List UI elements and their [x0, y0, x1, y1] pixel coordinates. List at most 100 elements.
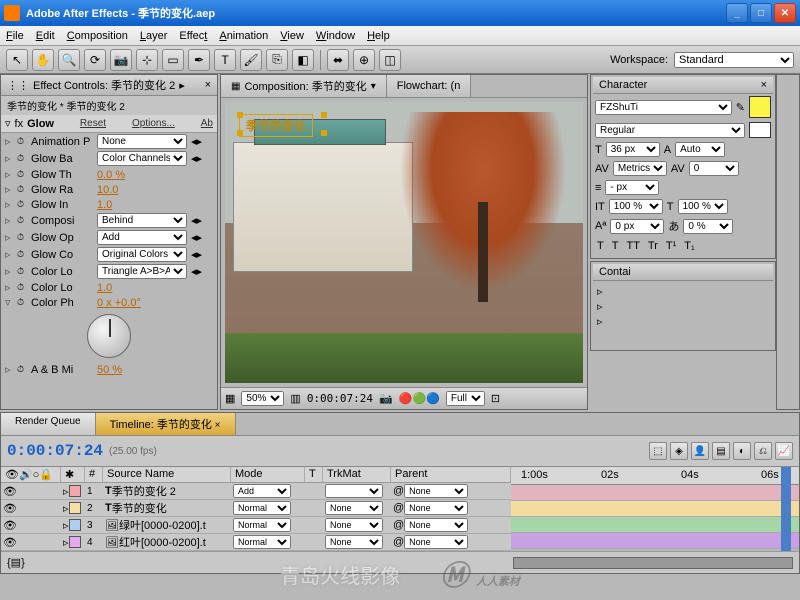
prop-abmi-value[interactable]: 50 %	[97, 364, 122, 376]
menu-file[interactable]: File	[6, 30, 24, 42]
eye-icon[interactable]: 👁	[3, 502, 17, 515]
toggle-switches-icon[interactable]: {▤}	[7, 556, 25, 569]
text-layer-overlay[interactable]: 季节的变化	[239, 114, 313, 137]
menu-edit[interactable]: Edit	[36, 30, 55, 42]
flowchart-tab[interactable]: Flowchart: (n	[387, 75, 472, 97]
layer-bar[interactable]	[511, 485, 799, 501]
tsume-select[interactable]: 0 %	[683, 219, 733, 234]
character-tab[interactable]: Character	[599, 79, 647, 91]
layer-bar[interactable]	[511, 501, 799, 517]
menu-view[interactable]: View	[280, 30, 304, 42]
stopwatch-icon[interactable]: ⏱	[17, 249, 27, 260]
comp-tab[interactable]: ▦ Composition: 季节的变化 ▾	[221, 75, 387, 97]
clone-tool[interactable]: ⎘	[266, 49, 288, 71]
zoom-slider[interactable]	[513, 557, 793, 569]
effect-name[interactable]: Glow	[27, 118, 54, 130]
world-axis-icon[interactable]: ⊕	[353, 49, 375, 71]
brainstorm-icon[interactable]: ⎌	[754, 442, 772, 460]
expand-icon[interactable]: ▹	[5, 168, 13, 181]
chevron-icon[interactable]: ◂▸	[191, 231, 202, 244]
expand-icon[interactable]: ▹	[5, 281, 13, 294]
expand-icon[interactable]: ▿	[5, 296, 13, 309]
chevron-icon[interactable]: ◂▸	[191, 265, 202, 278]
stopwatch-icon[interactable]: ⏱	[17, 297, 27, 308]
layer-color-tag[interactable]	[69, 502, 81, 514]
tracking-select[interactable]: 0	[689, 161, 739, 176]
faux-style-4[interactable]: T¹	[666, 240, 676, 252]
maximize-button[interactable]: □	[750, 3, 772, 23]
menu-composition[interactable]: Composition	[67, 30, 128, 42]
view-options-icon[interactable]: ▥	[290, 392, 300, 405]
stopwatch-icon[interactable]: ⏱	[17, 199, 27, 210]
stopwatch-icon[interactable]: ⏱	[17, 136, 27, 147]
expand-icon[interactable]: ▹	[5, 363, 13, 376]
eye-icon[interactable]: 👁	[3, 536, 17, 549]
contain-tri-icon[interactable]: ▹	[597, 315, 769, 328]
eraser-tool[interactable]: ◧	[292, 49, 314, 71]
layer-color-tag[interactable]	[69, 485, 81, 497]
faux-style-3[interactable]: Tr	[648, 240, 658, 252]
chevron-icon[interactable]: ◂▸	[191, 248, 202, 261]
anchor-tool[interactable]: ⊹	[136, 49, 158, 71]
stopwatch-icon[interactable]: ⏱	[17, 153, 27, 164]
camera-tool[interactable]: 📷	[110, 49, 132, 71]
source-col-header[interactable]: Source Name	[103, 467, 231, 482]
view-axis-icon[interactable]: ◫	[379, 49, 401, 71]
expand-icon[interactable]: ▹	[5, 135, 13, 148]
prop-9-value[interactable]: 1.0	[97, 282, 112, 294]
comp-flowchart-icon[interactable]: ⬚	[649, 442, 667, 460]
prop-6-select[interactable]: Add	[97, 230, 187, 245]
selection-tool[interactable]: ↖	[6, 49, 28, 71]
layer-name[interactable]: 红叶[0000-0200].t	[119, 534, 206, 550]
blend-mode-select[interactable]: Normal	[233, 518, 291, 532]
blend-mode-select[interactable]: Add	[233, 484, 291, 498]
hscale-select[interactable]: 100 %	[678, 199, 728, 214]
blend-mode-select[interactable]: Normal	[233, 535, 291, 549]
prop-1-select[interactable]: Color Channels	[97, 151, 187, 166]
text-tool[interactable]: T	[214, 49, 236, 71]
prop-10-value[interactable]: 0 x +0.0°	[97, 297, 141, 309]
menu-layer[interactable]: Layer	[140, 30, 168, 42]
pickwhip-icon[interactable]: @	[393, 536, 404, 548]
font-size-select[interactable]: 36 px	[606, 142, 660, 157]
expand-icon[interactable]: ▹	[5, 248, 13, 261]
effect-about[interactable]: Ab	[201, 118, 213, 129]
kerning-select[interactable]: Metrics	[613, 161, 667, 176]
stopwatch-icon[interactable]: ⏱	[17, 282, 27, 293]
pickwhip-icon[interactable]: @	[393, 519, 404, 531]
prop-8-select[interactable]: Triangle A>B>A	[97, 264, 187, 279]
baseline-select[interactable]: 0 px	[610, 219, 664, 234]
zoom-select[interactable]: 50%	[241, 391, 284, 406]
faux-style-5[interactable]: T₁	[684, 240, 694, 252]
resolution-select[interactable]: Full	[446, 391, 485, 406]
stopwatch-icon[interactable]: ⏱	[17, 169, 27, 180]
stopwatch-icon[interactable]: ⏱	[17, 232, 27, 243]
stopwatch-icon[interactable]: ⏱	[17, 364, 27, 375]
layer-color-tag[interactable]	[69, 519, 81, 531]
close-button[interactable]: ✕	[774, 3, 796, 23]
layer-color-tag[interactable]	[69, 536, 81, 548]
chevron-icon[interactable]: ◂▸	[191, 152, 202, 165]
trkmat-select[interactable]	[325, 484, 383, 498]
frame-blend-icon[interactable]: ▤	[712, 442, 730, 460]
phase-dial[interactable]	[87, 314, 131, 358]
minimize-button[interactable]: _	[726, 3, 748, 23]
eye-icon[interactable]: 👁	[3, 485, 17, 498]
rect-tool[interactable]: ▭	[162, 49, 184, 71]
prop-0-select[interactable]: None	[97, 134, 187, 149]
zoom-tool[interactable]: 🔍	[58, 49, 80, 71]
font-family-select[interactable]: FZShuTi	[595, 100, 732, 115]
prop-7-select[interactable]: Original Colors	[97, 247, 187, 262]
hand-tool[interactable]: ✋	[32, 49, 54, 71]
prop-4-value[interactable]: 1.0	[97, 199, 112, 211]
draft3d-icon[interactable]: ◈	[670, 442, 688, 460]
time-ruler[interactable]: 1:00s02s04s06s	[511, 467, 799, 485]
playhead[interactable]	[781, 467, 791, 551]
region-icon[interactable]: ⊡	[491, 392, 500, 405]
effect-options[interactable]: Options...	[132, 118, 175, 129]
expand-icon[interactable]: ▹	[5, 214, 13, 227]
pen-tool[interactable]: ✒	[188, 49, 210, 71]
layer-name[interactable]: 绿叶[0000-0200].t	[119, 517, 206, 533]
vscale-select[interactable]: 100 %	[609, 199, 663, 214]
expand-icon[interactable]: ▹	[5, 198, 13, 211]
